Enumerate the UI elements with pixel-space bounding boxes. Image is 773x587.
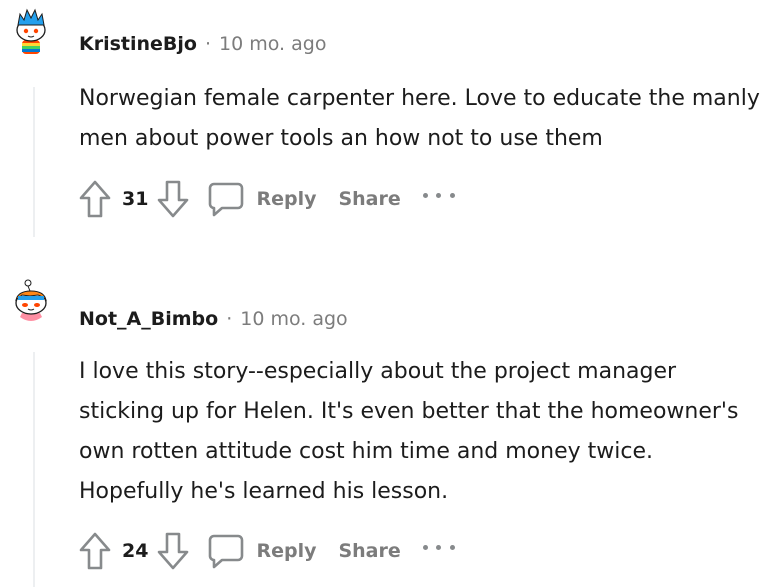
reply-label: Reply [256, 540, 317, 562]
downvote-arrow-icon[interactable] [156, 531, 190, 571]
share-button[interactable]: Share [338, 540, 400, 562]
timestamp[interactable]: 10 mo. ago [240, 308, 347, 330]
upvote-arrow-icon[interactable] [78, 531, 112, 571]
speech-bubble-icon [209, 534, 244, 569]
reply-button[interactable]: Reply [208, 533, 316, 569]
comment-actions: 24 Reply Share [78, 531, 455, 571]
comment: Not_A_Bimbo · 10 mo. ago I love this sto… [0, 0, 773, 587]
avatar[interactable] [10, 279, 52, 327]
thread-line[interactable] [33, 352, 35, 587]
more-options-icon[interactable] [422, 537, 455, 557]
vote-score: 24 [122, 540, 149, 562]
comment-meta: Not_A_Bimbo · 10 mo. ago [79, 308, 348, 330]
comment-body: I love this story--especially about the … [79, 359, 739, 504]
meta-separator: · [226, 308, 233, 330]
author-name[interactable]: Not_A_Bimbo [79, 308, 218, 330]
